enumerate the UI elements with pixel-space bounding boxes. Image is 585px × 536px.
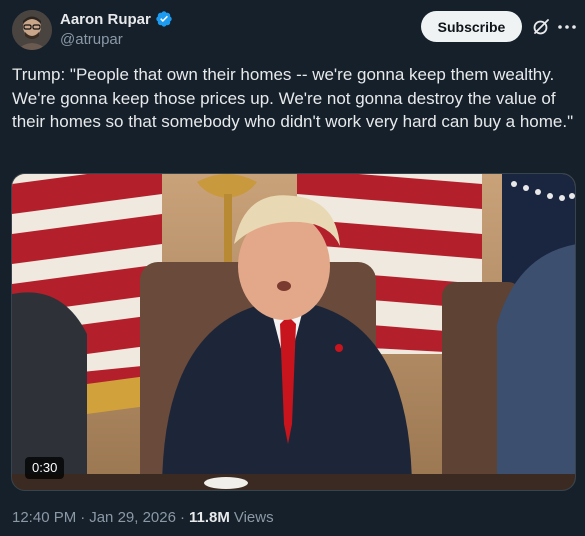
video-player[interactable]: 0:30	[11, 173, 576, 491]
author-name-row[interactable]: Aaron Rupar	[60, 10, 173, 28]
tweet-meta: 12:40 PM · Jan 29, 2026 · 11.8M Views	[12, 509, 274, 526]
views-label[interactable]: Views	[234, 509, 274, 526]
grok-icon[interactable]	[531, 17, 551, 37]
tweet-date[interactable]: Jan 29, 2026	[89, 509, 176, 526]
meta-separator: ·	[80, 509, 86, 526]
verified-badge-icon	[156, 11, 172, 27]
video-duration: 0:30	[25, 457, 65, 479]
tweet-text: Trump: "People that own their homes -- w…	[12, 65, 574, 131]
author-handle[interactable]: @atrupar	[60, 31, 123, 48]
subscribe-button[interactable]: Subscribe	[421, 11, 522, 42]
avatar-image	[12, 10, 52, 50]
more-icon[interactable]	[556, 17, 578, 37]
author-name[interactable]: Aaron Rupar	[60, 11, 151, 28]
avatar[interactable]	[12, 10, 52, 50]
tweet-time[interactable]: 12:40 PM	[12, 509, 76, 526]
meta-separator: ·	[179, 509, 185, 526]
views-count[interactable]: 11.8M	[189, 509, 230, 526]
video-thumbnail	[12, 174, 575, 490]
